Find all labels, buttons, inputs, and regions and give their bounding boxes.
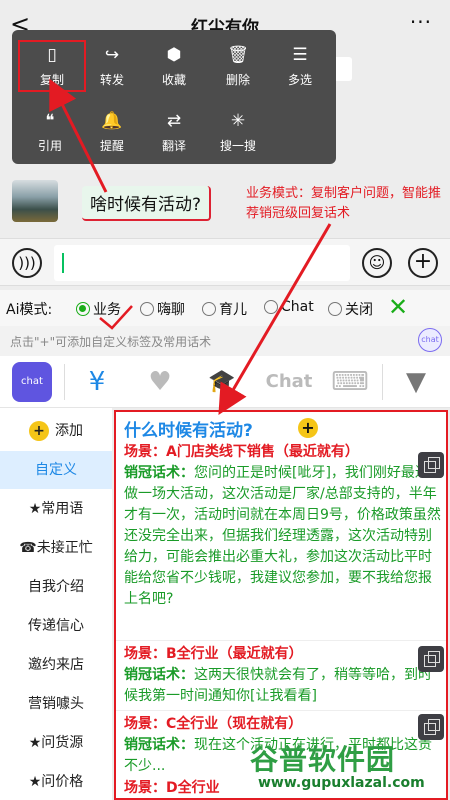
close-icon[interactable]: ✕ (388, 293, 408, 321)
voice-icon[interactable]: ))) (12, 248, 42, 278)
divider (116, 640, 446, 641)
menu-item-delete[interactable]: 🗑 删除 (208, 44, 268, 88)
script-text: 销冠话术：您问的正是时候[呲牙]，我们刚好最近要做一场大活动，这次活动是厂家/总… (124, 465, 443, 607)
graduation-cap-icon[interactable]: 🎓 (202, 366, 242, 398)
quote-icon: ❝ (45, 111, 55, 131)
chevron-down-icon[interactable]: ▼ (396, 366, 436, 398)
radio-dot (202, 302, 216, 316)
question-title: 什么时候有活动? (124, 421, 253, 441)
keyboard-icon[interactable]: ⌨ (330, 366, 370, 398)
message-input[interactable] (54, 245, 350, 281)
plus-icon[interactable]: + (298, 418, 318, 438)
yen-icon[interactable]: ¥ (82, 366, 112, 398)
divider (116, 710, 446, 711)
ai-mode-row: Ai模式: 业务 嗨聊 育儿 Chat 关闭 ✕ (0, 290, 450, 326)
menu-item-quote[interactable]: ❝ 引用 (20, 110, 80, 154)
sidebar-item-custom[interactable]: 自定义 (0, 451, 112, 489)
chat-message[interactable]: 啥时候有活动? (82, 186, 212, 221)
sidebar-item-price[interactable]: ★问价格 (0, 763, 112, 800)
radio-dot (264, 300, 278, 314)
radio-off[interactable]: 关闭 (328, 299, 373, 319)
annotation-text: 业务模式：复制客户问题，智能推荐销冠级回复话术 (246, 186, 442, 221)
divider (382, 364, 383, 400)
trash-icon: 🗑 (227, 45, 249, 65)
category-toolbar: chat ¥ ♥ 🎓 Chat ⌨ ▼ (0, 356, 450, 408)
menu-item-copy[interactable]: ▯ 复制 (18, 40, 86, 92)
plus-icon: + (29, 421, 49, 441)
sidebar-item-add[interactable]: + 添加 (0, 412, 112, 450)
divider (64, 364, 65, 400)
sidebar-item-invite[interactable]: 邀约来店 (0, 646, 112, 684)
sparkle-icon: ✳ (230, 111, 246, 131)
radio-chat-casual[interactable]: 嗨聊 (140, 299, 185, 319)
cube-icon: ⬢ (166, 45, 182, 65)
scene-title: 场景：A门店类线下销售（最近就有） (124, 444, 359, 460)
copy-icon: ▯ (47, 45, 57, 65)
sidebar-item-marketing[interactable]: 营销噱头 (0, 685, 112, 723)
bell-icon: 🔔 (101, 111, 123, 131)
sidebar-item-confidence[interactable]: 传递信心 (0, 607, 112, 645)
menu-item-multiselect[interactable]: ☰ 多选 (270, 44, 330, 88)
menu-item-forward[interactable]: ↪ 转发 (82, 44, 142, 88)
watermark-brand: 谷普软件园 (250, 743, 396, 776)
radio-chat[interactable]: Chat (264, 299, 314, 315)
radio-dot (76, 302, 90, 316)
menu-item-remind[interactable]: 🔔 提醒 (82, 110, 142, 154)
copy-icon[interactable] (418, 646, 444, 672)
ai-mode-label: Ai模式: (6, 302, 53, 318)
script-card[interactable]: 场景：A门店类线下销售（最近就有） 销冠话术：您问的正是时候[呲牙]，我们刚好最… (124, 442, 444, 610)
scene-title: 场景：C全行业（现在就有） (124, 716, 303, 732)
robot-icon[interactable]: chat (418, 328, 442, 352)
sidebar-item-source[interactable]: ★问货源 (0, 724, 112, 762)
copy-icon[interactable] (418, 452, 444, 478)
sidebar-item-common[interactable]: ★常用语 (0, 490, 112, 528)
script-text: 销冠话术：这两天很快就会有了，稍等等哈，到时候我第一时间通知你[让我看看] (124, 667, 432, 704)
robot-chat-icon[interactable]: chat (12, 362, 52, 402)
radio-dot (328, 302, 342, 316)
menu-item-translate[interactable]: ⇄ 翻译 (144, 110, 204, 154)
hint-text: 点击"+"可添加自定义标签及常用话术 (10, 335, 212, 349)
share-icon: ↪ (104, 45, 120, 65)
chat-text-icon[interactable]: Chat (262, 366, 316, 398)
avatar[interactable] (12, 180, 58, 222)
radio-parenting[interactable]: 育儿 (202, 299, 247, 319)
input-bar: ))) ☺ + (0, 238, 450, 286)
sidebar: + 添加 自定义 ★常用语 ☎未接正忙 自我介绍 传递信心 邀约来店 营销噱头 ★… (0, 408, 112, 800)
radio-dot (140, 302, 154, 316)
plus-icon[interactable]: + (408, 248, 438, 278)
menu-item-search[interactable]: ✳ 搜一搜 (208, 110, 268, 154)
hint-bar: 点击"+"可添加自定义标签及常用话术 chat (0, 326, 450, 356)
emoji-icon[interactable]: ☺ (362, 248, 392, 278)
sidebar-item-missed[interactable]: ☎未接正忙 (0, 529, 112, 567)
sidebar-item-intro[interactable]: 自我介绍 (0, 568, 112, 606)
list-icon: ☰ (292, 45, 308, 65)
radio-business[interactable]: 业务 (76, 299, 121, 319)
text-caret (62, 253, 64, 273)
translate-icon: ⇄ (166, 111, 182, 131)
more-options-icon[interactable]: ··· (410, 10, 432, 34)
watermark-url: www.gupuxlazal.com (258, 775, 425, 791)
copy-icon[interactable] (418, 714, 444, 740)
scene-title: 场景：B全行业（最近就有） (124, 646, 303, 662)
menu-item-favorite[interactable]: ⬢ 收藏 (144, 44, 204, 88)
message-context-menu: ▯ 复制 ↪ 转发 ⬢ 收藏 🗑 删除 ☰ 多选 ❝ 引用 🔔 提醒 ⇄ 翻译 … (12, 30, 336, 164)
heart-icon[interactable]: ♥ (142, 366, 178, 398)
script-card[interactable]: 场景：B全行业（最近就有） 销冠话术：这两天很快就会有了，稍等等哈，到时候我第一… (124, 644, 444, 707)
